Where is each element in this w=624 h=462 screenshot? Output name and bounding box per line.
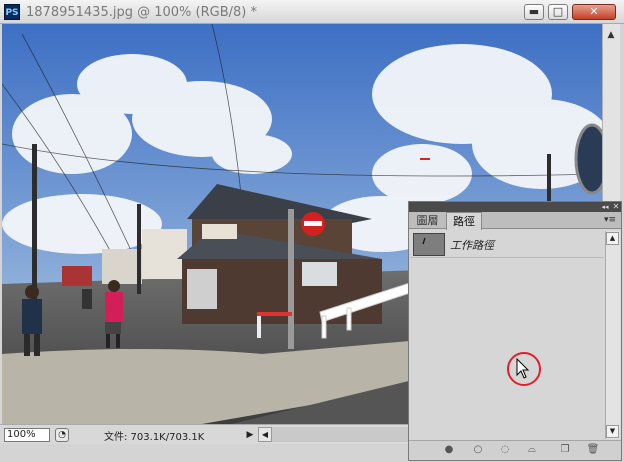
scroll-up-icon[interactable]: ▲ xyxy=(604,28,618,42)
panel-menu-icon[interactable]: ▾≡ xyxy=(602,214,618,226)
canvas-horizontal-scrollbar[interactable] xyxy=(272,427,408,442)
photoshop-app-icon: PS xyxy=(4,4,20,20)
panel-close-icon[interactable]: ✕ xyxy=(611,202,621,212)
stroke-path-icon[interactable]: ○ xyxy=(471,443,485,457)
panel-scroll-up-icon[interactable]: ▲ xyxy=(606,232,619,245)
close-button[interactable]: ✕ xyxy=(572,4,616,20)
panel-scrollbar[interactable] xyxy=(605,231,620,439)
zoom-level-field[interactable]: 100% xyxy=(4,428,50,442)
tab-layers[interactable]: 圖層 xyxy=(411,213,444,229)
path-stroke-icon xyxy=(422,237,426,245)
maximize-button[interactable]: □ xyxy=(548,4,568,20)
panel-scroll-down-icon[interactable]: ▼ xyxy=(606,425,619,438)
tab-paths[interactable]: 路徑 xyxy=(446,212,482,230)
document-size-info: 文件: 703.1K/703.1K xyxy=(104,432,205,443)
fill-path-icon[interactable]: ● xyxy=(442,443,456,457)
path-list-area[interactable] xyxy=(410,258,604,439)
path-name-label: 工作路徑 xyxy=(450,239,494,252)
document-title: 1878951435.jpg @ 100% (RGB/8) * xyxy=(26,5,257,20)
status-menu-arrow-icon[interactable]: ▶ xyxy=(244,428,256,442)
panel-collapse-icon[interactable]: ◂◂ xyxy=(600,202,610,212)
scroll-left-icon[interactable]: ◀ xyxy=(258,427,272,442)
minimize-button[interactable]: ▬ xyxy=(524,4,544,20)
delete-path-icon[interactable]: 🗑 xyxy=(586,443,600,457)
load-selection-icon[interactable]: ◌ xyxy=(498,443,512,457)
panel-drag-header[interactable] xyxy=(409,202,621,212)
mouse-pointer-icon xyxy=(516,357,530,383)
status-options-icon[interactable]: ◔ xyxy=(55,428,69,442)
new-path-icon[interactable]: ❐ xyxy=(558,443,572,457)
make-work-path-icon[interactable]: ⌓ xyxy=(525,443,539,457)
path-thumbnail xyxy=(413,233,445,256)
